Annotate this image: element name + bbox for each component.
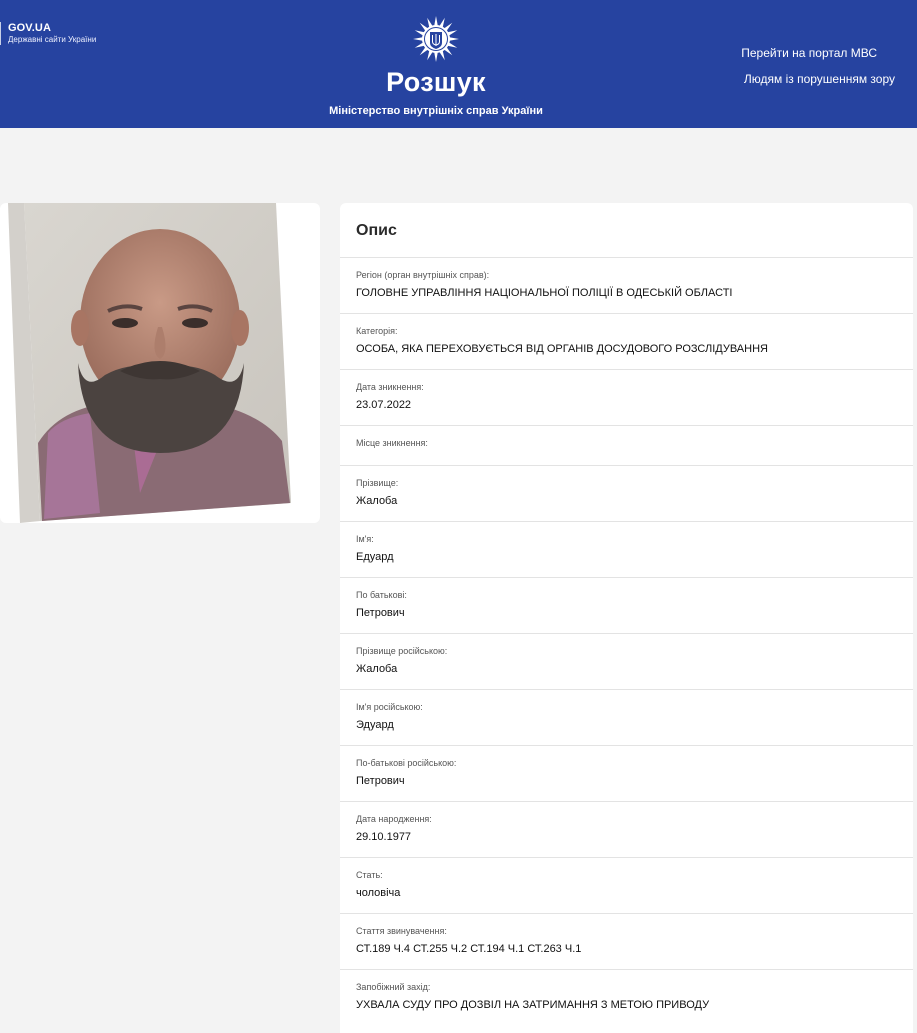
field-birth-date: Дата народження: 29.10.1977 [340, 801, 913, 857]
field-label: Ім'я: [356, 534, 374, 544]
accessibility-link[interactable]: Людям із порушенням зору [744, 72, 895, 87]
field-value: ОСОБА, ЯКА ПЕРЕХОВУЄТЬСЯ ВІД ОРГАНІВ ДОС… [356, 343, 768, 355]
field-label: Дата зникнення: [356, 382, 424, 392]
field-first-name-russian: Ім'я російською: Эдуард [340, 689, 913, 745]
field-patronymic: По батькові: Петрович [340, 577, 913, 633]
field-label: Дата народження: [356, 814, 432, 824]
field-surname: Прізвище: Жалоба [340, 465, 913, 521]
field-label: Регіон (орган внутрішніх справ): [356, 270, 490, 280]
wanted-person-photo [0, 203, 320, 523]
field-value: УХВАЛА СУДУ ПРО ДОЗВІЛ НА ЗАТРИМАННЯ З М… [356, 999, 710, 1011]
field-value: ГОЛОВНЕ УПРАВЛІННЯ НАЦІОНАЛЬНОЇ ПОЛІЦІЇ … [356, 287, 733, 299]
field-surname-russian: Прізвище російською: Жалоба [340, 633, 913, 689]
field-sex: Стать: чоловіча [340, 857, 913, 913]
field-label: Місце зникнення: [356, 438, 428, 448]
details-card: Опис Регіон (орган внутрішніх справ): ГО… [340, 203, 913, 1033]
field-value: Жалоба [356, 495, 398, 507]
site-subtitle: Міністерство внутрішніх справ України [329, 105, 543, 117]
field-value: Жалоба [356, 663, 398, 675]
field-label: Запобіжний захід: [356, 982, 431, 992]
field-disappearance-place: Місце зникнення: [340, 425, 913, 465]
field-value: 23.07.2022 [356, 399, 412, 411]
field-preventive-measure: Запобіжний захід: УХВАЛА СУДУ ПРО ДОЗВІЛ… [340, 969, 913, 1025]
portrait-photo-icon [8, 203, 291, 523]
field-value: Петрович [356, 775, 405, 787]
gov-ua-title[interactable]: GOV.UA [8, 22, 96, 35]
field-value: 29.10.1977 [356, 831, 412, 843]
field-patronymic-russian: По-батькові російською: Петрович [340, 745, 913, 801]
field-label: По-батькові російською: [356, 758, 457, 768]
field-disappearance-date: Дата зникнення: 23.07.2022 [340, 369, 913, 425]
field-charge-article: Стаття звинувачення: СТ.189 Ч.4 СТ.255 Ч… [340, 913, 913, 969]
site-title[interactable]: Розшук [336, 66, 536, 98]
field-label: По батькові: [356, 590, 407, 600]
field-category: Категорія: ОСОБА, ЯКА ПЕРЕХОВУЄТЬСЯ ВІД … [340, 313, 913, 369]
field-label: Прізвище: [356, 478, 399, 488]
details-title: Опис [356, 222, 397, 239]
field-label: Ім'я російською: [356, 702, 423, 712]
field-value: чоловіча [356, 887, 401, 899]
field-value: Едуард [356, 551, 394, 563]
field-label: Категорія: [356, 326, 398, 336]
field-value: Петрович [356, 607, 405, 619]
gov-ua-link[interactable]: GOV.UA Державні сайти України [0, 22, 96, 45]
site-header: GOV.UA Державні сайти України Розшук Мін… [0, 0, 917, 128]
gov-ua-subtitle[interactable]: Державні сайти України [8, 35, 96, 45]
field-first-name: Ім'я: Едуард [340, 521, 913, 577]
field-value: СТ.189 Ч.4 СТ.255 Ч.2 СТ.194 Ч.1 СТ.263 … [356, 943, 582, 955]
field-value: Эдуард [356, 719, 394, 731]
mvs-portal-link[interactable]: Перейти на портал МВС [741, 46, 877, 61]
field-region: Регіон (орган внутрішніх справ): ГОЛОВНЕ… [340, 257, 913, 313]
field-label: Прізвище російською: [356, 646, 448, 656]
field-label: Стать: [356, 870, 383, 880]
field-label: Стаття звинувачення: [356, 926, 447, 936]
police-star-emblem-icon[interactable] [412, 15, 460, 63]
